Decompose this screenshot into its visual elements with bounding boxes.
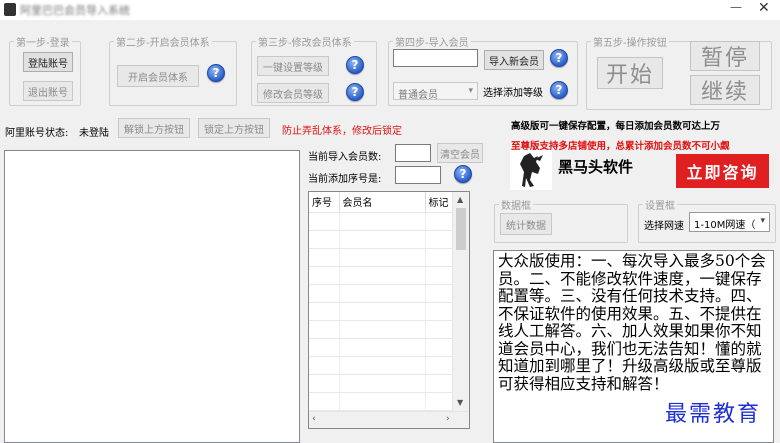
help-icon[interactable]: ? (550, 49, 568, 67)
clear-members-button[interactable]: 清空会员 (437, 143, 483, 163)
lock-buttons-button[interactable]: 锁定上方按钮 (198, 118, 270, 138)
help-icon[interactable]: ? (346, 56, 364, 74)
speed-select-value: 1-10M网速（ (694, 220, 756, 231)
member-level-value: 普通会员 (398, 90, 438, 101)
start-button[interactable]: 开始 (597, 57, 663, 89)
table-row[interactable] (309, 230, 469, 249)
column-header-name[interactable]: 会员名 (339, 192, 426, 213)
column-header-seq[interactable]: 序号 (309, 192, 340, 213)
imported-count-label: 当前导入会员数: (308, 152, 382, 163)
account-status-label: 阿里账号状态: (5, 128, 69, 139)
step5-legend: 第五步-操作按钮 (593, 38, 667, 49)
scroll-up-icon[interactable]: ▲ (457, 195, 463, 204)
member-table-grid: 序号 会员名 标记 (309, 192, 469, 411)
member-input[interactable] (393, 49, 478, 67)
resume-button[interactable]: 继续 (690, 75, 760, 105)
scroll-left-icon[interactable]: ‹ (312, 414, 316, 424)
imported-count-field[interactable] (395, 144, 431, 162)
table-row[interactable] (309, 374, 469, 393)
help-icon[interactable]: ? (346, 83, 364, 101)
close-button[interactable]: ✕ (758, 0, 770, 16)
scroll-right-icon[interactable]: › (446, 414, 450, 424)
sequence-field[interactable] (395, 166, 441, 184)
horse-logo (510, 150, 552, 190)
warning-text: 防止弄乱体系，修改后锁定 (282, 126, 402, 137)
chevron-down-icon: ▾ (468, 86, 473, 96)
choose-level-label: 选择添加等级 (483, 88, 543, 99)
window-title: 阿里巴巴会员导入系统 (20, 4, 130, 17)
table-row[interactable] (309, 284, 469, 303)
vertical-scrollbar[interactable]: ▲ ▼ (452, 192, 469, 413)
data-box-legend: 数据框 (501, 201, 531, 212)
sequence-label: 当前添加序号是: (308, 174, 382, 185)
help-icon[interactable]: ? (550, 81, 568, 99)
settings-box-legend: 设置框 (645, 201, 675, 212)
horizontal-scrollbar[interactable]: ‹ › (309, 411, 469, 428)
account-status-value: 未登陆 (79, 128, 109, 139)
member-table[interactable]: 序号 会员名 标记 ▲ ▼ ‹ › (308, 191, 470, 429)
stats-button[interactable]: 统计数据 (500, 213, 552, 235)
step3-legend: 第三步-修改会员体系 (258, 38, 352, 49)
app-icon (4, 3, 16, 16)
log-panel[interactable] (4, 150, 300, 443)
watermark: 最需教育 (665, 402, 762, 427)
table-row[interactable] (309, 356, 469, 375)
pause-button[interactable]: 暂停 (690, 41, 760, 71)
scroll-down-icon[interactable]: ▼ (457, 398, 463, 407)
table-row[interactable] (309, 338, 469, 357)
table-row[interactable] (309, 212, 469, 231)
member-level-select[interactable]: 普通会员 ▾ (393, 82, 478, 101)
speed-label: 选择网速 (644, 221, 684, 232)
table-row[interactable] (309, 266, 469, 285)
one-click-level-button[interactable]: 一键设置等级 (257, 56, 329, 76)
modify-level-button[interactable]: 修改会员等级 (257, 83, 329, 103)
brand-name: 黑马头软件 (558, 158, 634, 176)
chevron-down-icon: ▾ (760, 216, 765, 226)
login-button[interactable]: 登陆账号 (23, 52, 73, 72)
minimize-button[interactable]: — (730, 0, 742, 14)
consult-button[interactable]: 立即咨询 (676, 154, 769, 188)
help-icon[interactable]: ? (454, 165, 472, 183)
title-bar: 阿里巴巴会员导入系统 — ✕ (0, 0, 780, 20)
open-member-system-button[interactable]: 开启会员体系 (117, 65, 199, 87)
step2-legend: 第二步-开启会员体系 (116, 38, 210, 49)
promo-advanced: 高级版可一键保存配置，每日添加会员数可达上万 (511, 121, 721, 132)
step4-legend: 第四步-导入会员 (395, 38, 469, 49)
horse-logo-icon (520, 153, 543, 187)
table-row[interactable] (309, 302, 469, 321)
table-row[interactable] (309, 248, 469, 267)
table-row[interactable] (309, 392, 469, 411)
help-icon[interactable]: ? (207, 64, 225, 82)
speed-select[interactable]: 1-10M网速（ ▾ (689, 212, 770, 232)
logout-button[interactable]: 退出账号 (23, 81, 73, 101)
step1-legend: 第一步-登录 (16, 38, 70, 49)
unlock-buttons-button[interactable]: 解锁上方按钮 (118, 118, 190, 138)
scrollbar-thumb[interactable] (456, 208, 466, 250)
table-row[interactable] (309, 320, 469, 339)
import-member-button[interactable]: 导入新会员 (484, 50, 544, 70)
